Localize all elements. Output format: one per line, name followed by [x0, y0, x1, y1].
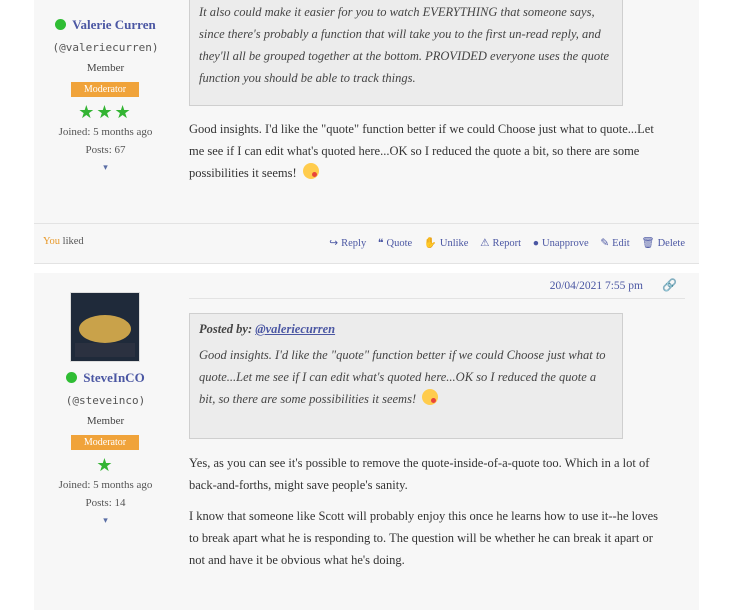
- edit-label: Edit: [612, 238, 630, 249]
- post-count: Posts: 14: [85, 497, 126, 509]
- quote-label: Posted by:: [199, 322, 256, 336]
- unlike-label: Unlike: [439, 238, 469, 249]
- quoted-text: It also could make it easier for you to …: [189, 0, 623, 106]
- rank-stars-icon: ★★★: [78, 102, 133, 122]
- quote-content: It also could make it easier for you to …: [199, 5, 610, 85]
- forum-post: 20/04/2021 7:55 pm 🔗 SteveInCO (@stevein…: [34, 273, 699, 610]
- liked-status: You liked: [43, 236, 84, 247]
- quote-icon: ❝: [377, 238, 384, 249]
- reply-label: Reply: [341, 238, 367, 249]
- info-circle-icon: ●: [532, 238, 540, 249]
- author-name[interactable]: Valerie Curren: [72, 17, 155, 32]
- online-status-icon: [66, 372, 78, 383]
- liked-label: liked: [60, 236, 84, 247]
- post-body-paragraph: Yes, as you can see it's possible to rem…: [189, 456, 650, 492]
- quote-button[interactable]: ❝ Quote: [378, 238, 412, 249]
- delete-button[interactable]: 🗑 Delete: [641, 238, 685, 249]
- post-body: Good insights. I'd like the "quote" func…: [189, 118, 669, 184]
- trash-icon: 🗑: [641, 238, 655, 249]
- quoted-post: Posted by: @valeriecurren Good insights.…: [189, 313, 623, 439]
- author-name-row[interactable]: Valerie Curren: [34, 17, 177, 33]
- author-name-row[interactable]: SteveInCO: [34, 370, 177, 386]
- online-status-icon: [55, 19, 67, 30]
- unlike-button[interactable]: ✋ Unlike: [424, 238, 469, 249]
- link-icon[interactable]: 🔗: [662, 278, 677, 293]
- divider: [34, 223, 699, 224]
- quote-content: Good insights. I'd like the "quote" func…: [199, 344, 613, 410]
- quote-author-link[interactable]: @valeriecurren: [255, 322, 335, 336]
- reply-icon: ↪: [329, 238, 339, 249]
- kissing-emoji-icon: [422, 389, 439, 405]
- joined-date: Joined: 5 months ago: [58, 126, 153, 138]
- post-count: Posts: 67: [85, 144, 126, 156]
- kissing-emoji-icon: [302, 163, 319, 179]
- report-label: Report: [492, 238, 522, 249]
- warning-icon: ⚠: [480, 238, 490, 249]
- avatar-image: [71, 293, 139, 361]
- quote-label: Quote: [386, 238, 413, 249]
- thumbs-down-icon: ✋: [423, 238, 437, 249]
- post-body-text: Good insights. I'd like the "quote" func…: [189, 122, 654, 180]
- chevron-down-icon[interactable]: ▾: [34, 162, 177, 173]
- joined-date: Joined: 5 months ago: [58, 479, 153, 491]
- forum-post: Valerie Curren (@valeriecurren) Member M…: [34, 0, 699, 264]
- author-name[interactable]: SteveInCO: [83, 370, 144, 385]
- report-button[interactable]: ⚠ Report: [480, 238, 521, 249]
- author-role: Member: [86, 415, 125, 427]
- unapprove-button[interactable]: ● Unapprove: [533, 238, 589, 249]
- unapprove-label: Unapprove: [542, 238, 589, 249]
- moderator-badge: Moderator: [71, 82, 139, 97]
- author-handle: (@steveinco): [65, 394, 146, 407]
- post-body-paragraph: I know that someone like Scott will prob…: [189, 509, 659, 567]
- quote-content-text: Good insights. I'd like the "quote" func…: [199, 348, 606, 406]
- reply-button[interactable]: ↪ Reply: [329, 238, 366, 249]
- edit-button[interactable]: ✎ Edit: [600, 238, 629, 249]
- liked-you-link[interactable]: You: [43, 236, 60, 247]
- rank-stars-icon: ★: [96, 455, 115, 475]
- author-handle: (@valeriecurren): [52, 41, 159, 54]
- quote-header: Posted by: @valeriecurren: [199, 318, 613, 340]
- edit-icon: ✎: [600, 238, 610, 249]
- chevron-down-icon[interactable]: ▾: [34, 515, 177, 526]
- avatar[interactable]: [70, 292, 140, 362]
- post-actions: ↪ Reply ❝ Quote ✋ Unlike ⚠ Report ● Unapprove…: [320, 236, 685, 249]
- post-meta-bar: 20/04/2021 7:55 pm 🔗: [189, 273, 685, 299]
- moderator-badge: Moderator: [71, 435, 139, 450]
- author-role: Member: [86, 62, 125, 74]
- post-date[interactable]: 20/04/2021 7:55 pm: [550, 280, 643, 292]
- delete-label: Delete: [657, 238, 685, 249]
